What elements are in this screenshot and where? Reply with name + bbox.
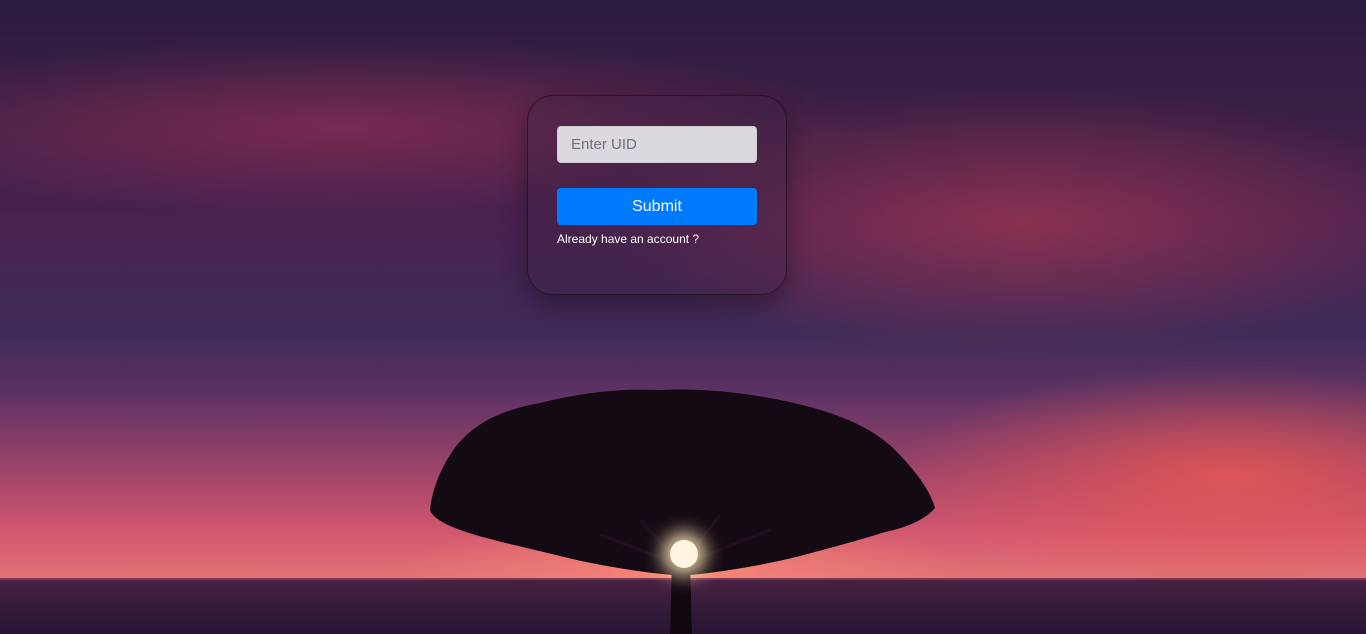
sun: [670, 540, 698, 568]
already-have-account-link[interactable]: Already have an account ?: [557, 232, 757, 246]
uid-input[interactable]: [557, 126, 757, 163]
login-card: Submit Already have an account ?: [527, 95, 787, 295]
submit-button[interactable]: Submit: [557, 188, 757, 225]
